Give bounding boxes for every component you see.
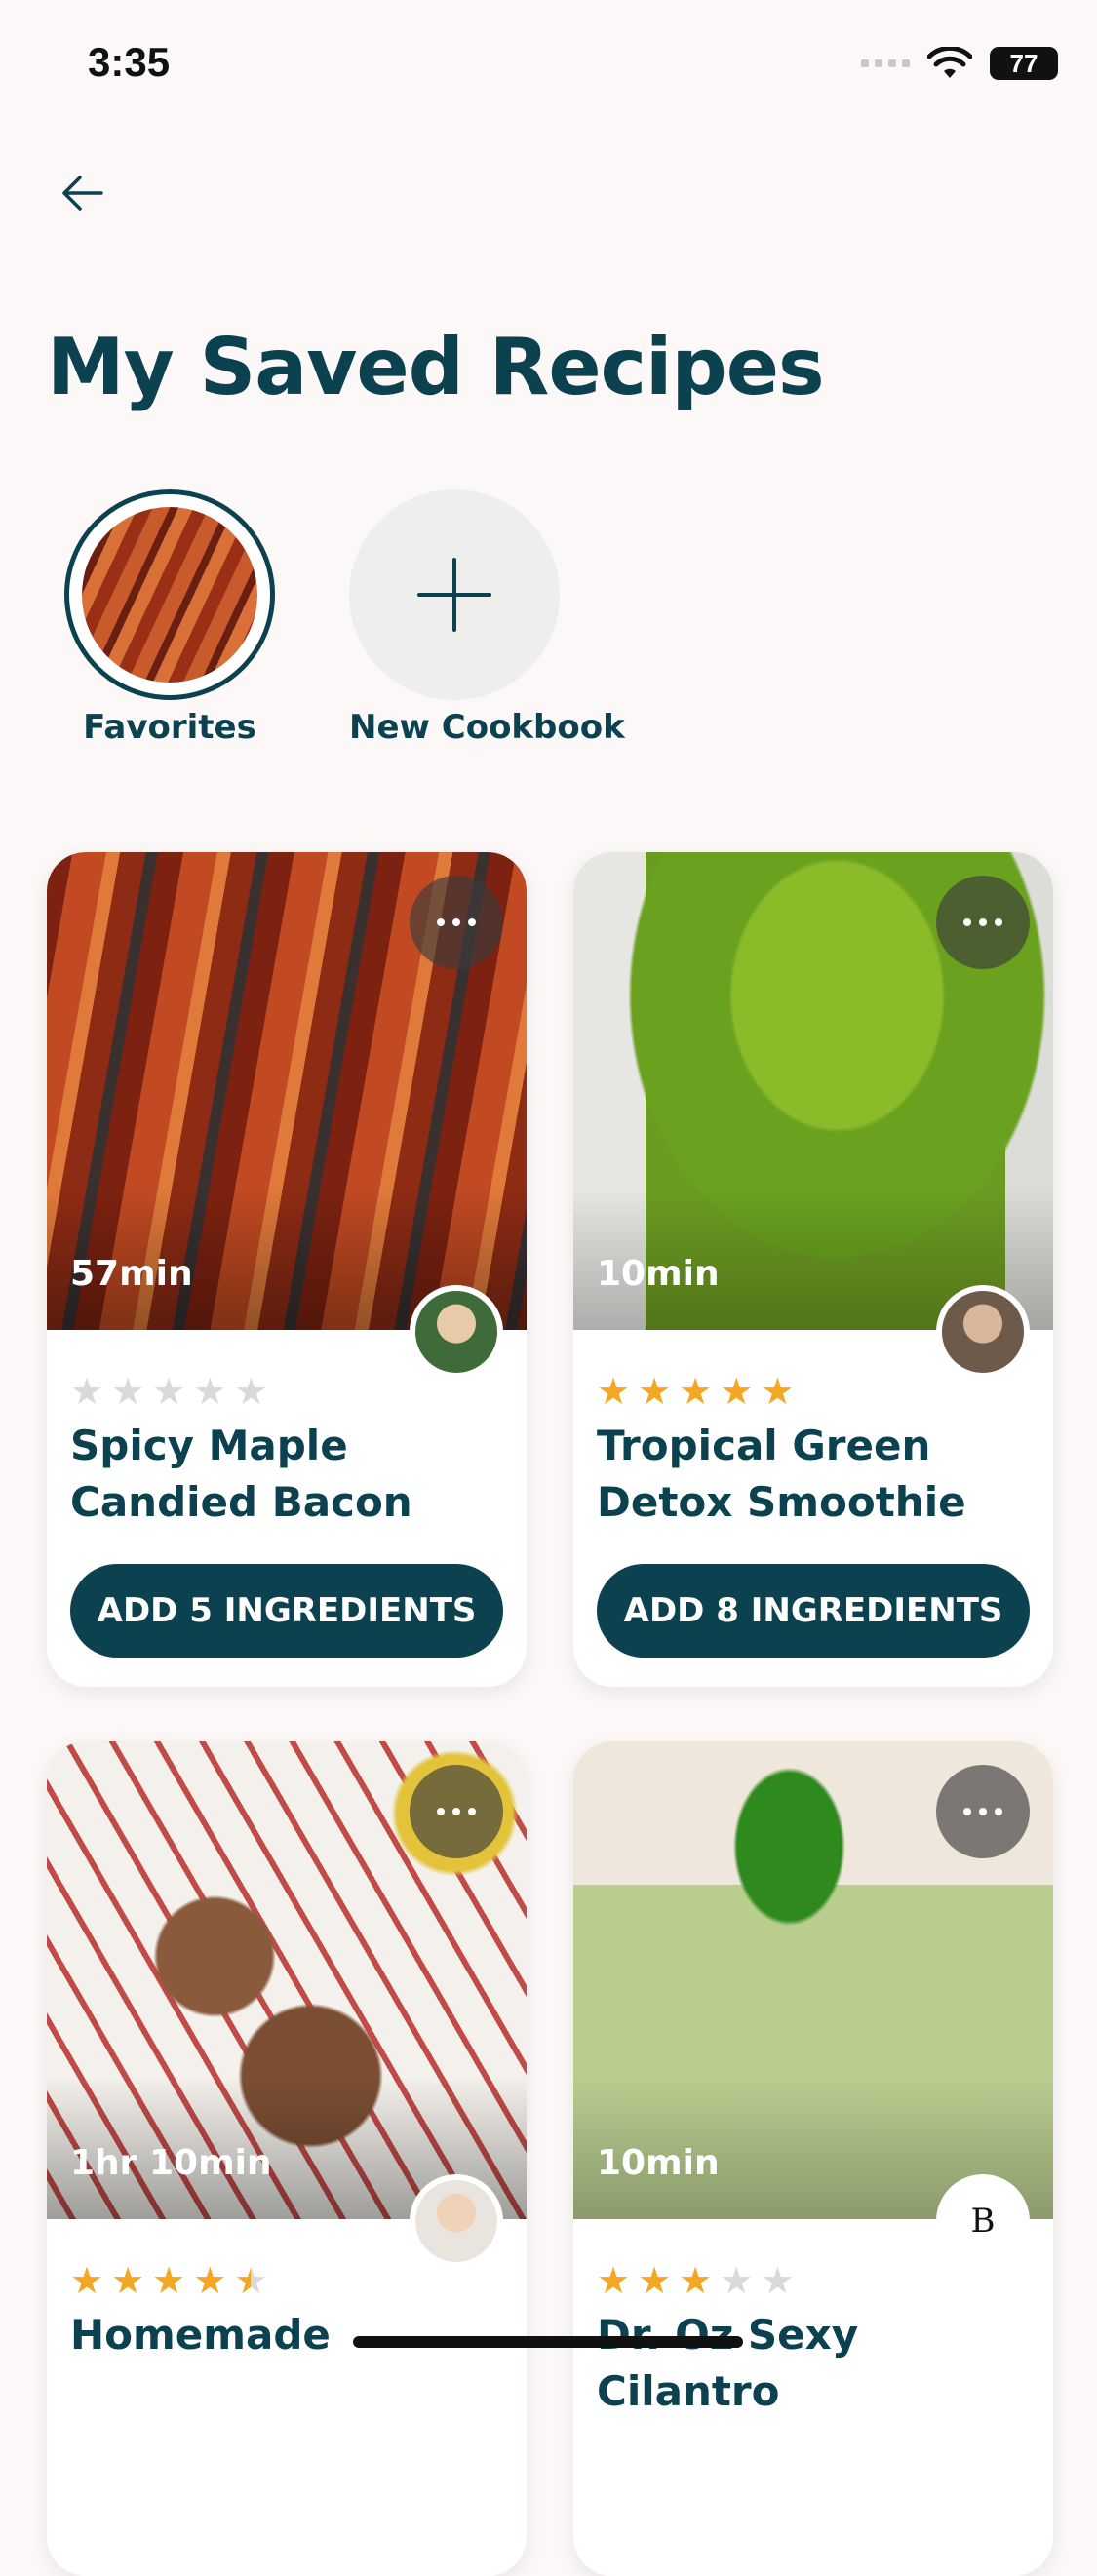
cookbook-label: Favorites	[83, 708, 256, 747]
more-options-button[interactable]	[410, 1765, 503, 1858]
rating-stars: ★ ★ ★ ★ ★	[597, 1373, 794, 1410]
cook-time: 10min	[597, 2143, 720, 2183]
cellular-signal-icon	[861, 59, 910, 67]
rating-stars: ★ ★ ★ ★ ★	[70, 2262, 267, 2299]
rating-stars: ★ ★ ★ ★ ★	[597, 2262, 794, 2299]
author-avatar[interactable]	[936, 1285, 1030, 1379]
star-icon: ★	[234, 1370, 268, 1413]
battery-icon: 77	[990, 47, 1058, 80]
add-ingredients-button[interactable]: ADD 5 INGREDIENTS	[70, 1564, 503, 1658]
recipe-name[interactable]: Tropical Green Detox Smoothie	[597, 1418, 1026, 1531]
star-icon: ★	[111, 1370, 145, 1413]
recipe-card[interactable]: 57min ★ ★ ★ ★ ★ Spicy Maple Candied Baco…	[47, 852, 527, 1687]
more-options-button[interactable]	[936, 876, 1030, 969]
recipe-card[interactable]: 10min ★ ★ ★ ★ ★ Tropical Green Detox Smo…	[573, 852, 1053, 1687]
author-avatar[interactable]: B	[936, 2174, 1030, 2268]
cook-time: 57min	[70, 1254, 193, 1294]
star-icon: ★	[597, 1370, 631, 1413]
plus-icon	[417, 558, 491, 632]
recipe-name[interactable]: Spicy Maple Candied Bacon	[70, 1418, 499, 1531]
status-time: 3:35	[88, 39, 171, 85]
star-icon: ★	[193, 1370, 227, 1413]
bacon-image	[82, 507, 257, 683]
recipe-name[interactable]: Dr. Oz Sexy Cilantro	[597, 2307, 1026, 2420]
new-cookbook-button[interactable]: New Cookbook	[349, 489, 625, 747]
star-icon: ★	[761, 1370, 795, 1413]
rating-stars: ★ ★ ★ ★ ★	[70, 1373, 267, 1410]
star-icon: ★	[111, 2259, 145, 2302]
page-title: My Saved Recipes	[47, 322, 825, 412]
more-options-button[interactable]	[936, 1765, 1030, 1858]
favorites-thumbnail	[64, 489, 275, 700]
recipe-card[interactable]: 10min B ★ ★ ★ ★ ★ Dr. Oz Sexy Cilantro	[573, 1741, 1053, 2576]
recipe-card[interactable]: 1hr 10min ★ ★ ★ ★ ★ Homemade	[47, 1741, 527, 2576]
star-icon: ★	[638, 1370, 672, 1413]
star-icon: ★	[761, 2259, 795, 2302]
cookbook-label: New Cookbook	[349, 708, 625, 747]
star-icon: ★	[597, 2259, 631, 2302]
wifi-icon	[927, 47, 972, 78]
new-cookbook-circle	[349, 489, 560, 700]
star-icon: ★	[70, 2259, 104, 2302]
status-indicators: 77	[861, 47, 1058, 80]
half-star-icon: ★	[234, 2259, 268, 2302]
back-arrow-icon[interactable]	[57, 168, 107, 218]
author-avatar[interactable]	[410, 1285, 503, 1379]
star-icon: ★	[679, 1370, 713, 1413]
cook-time: 10min	[597, 1254, 720, 1294]
star-icon: ★	[152, 2259, 186, 2302]
star-icon: ★	[70, 1370, 104, 1413]
star-icon: ★	[193, 2259, 227, 2302]
star-icon: ★	[638, 2259, 672, 2302]
more-options-button[interactable]	[410, 876, 503, 969]
star-icon: ★	[679, 2259, 713, 2302]
cook-time: 1hr 10min	[70, 2143, 272, 2183]
star-icon: ★	[720, 1370, 754, 1413]
cookbook-favorites[interactable]: Favorites	[64, 489, 275, 747]
add-ingredients-button[interactable]: ADD 8 INGREDIENTS	[597, 1564, 1030, 1658]
author-avatar[interactable]	[410, 2174, 503, 2268]
recipe-name[interactable]: Homemade	[70, 2307, 499, 2363]
star-icon: ★	[720, 2259, 754, 2302]
home-indicator[interactable]	[353, 2336, 743, 2348]
star-icon: ★	[152, 1370, 186, 1413]
